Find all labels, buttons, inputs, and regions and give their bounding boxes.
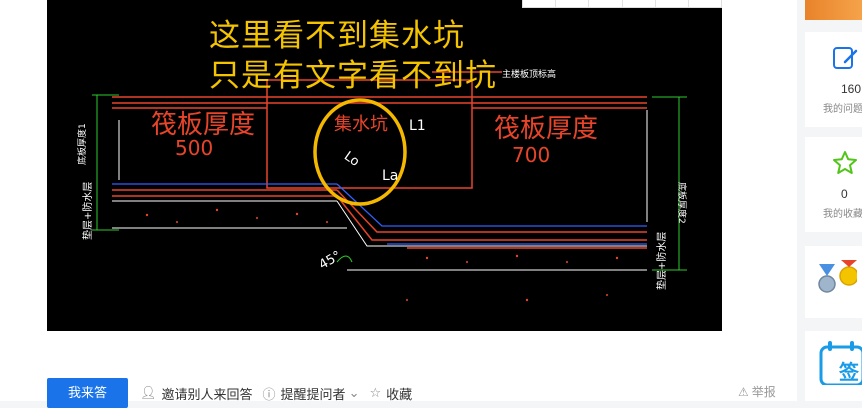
cad-label-raft-right-value: 700 [512,143,550,167]
checkin-label: 签 [838,360,860,384]
cad-label-left-dim: 底板厚度1 [76,123,88,165]
toolbar-search-icon[interactable] [523,0,557,7]
answer-action-bar: 我来答 👤︎ 邀请别人来回答 ⓘ 提醒提问者 ⌄ ☆ 收藏 [47,378,412,408]
info-circle-icon: ⓘ [262,386,276,402]
sidebar-banner[interactable] [805,0,862,20]
checkin-card[interactable]: 签 [805,331,862,401]
my-collection-card[interactable]: 0 我的收藏 [805,137,862,232]
my-questions-card[interactable]: 160 我的问题 [805,32,862,127]
collect-label: 收藏 [386,386,413,402]
cad-label-pit: 集水坑 [334,114,388,135]
invite-answer-link[interactable]: 👤︎ 邀请别人来回答 [140,378,253,408]
image-caption-line1: 这里看不到集水坑 [209,18,465,54]
toolbar-more-icon[interactable] [689,0,721,7]
cad-label-right-dim: 底板厚度2 [676,182,688,224]
question-content-area: 筏板厚度 500 筏板厚度 700 集水坑 L1 La Lo 45° 主楼板顶标… [0,0,797,408]
my-questions-label: 我的问题 [823,104,862,115]
chevron-down-icon: ⌄ [348,385,360,400]
answer-button[interactable]: 我来答 [47,378,128,408]
star-outline-icon: ☆ [369,385,382,400]
image-caption-line2: 只是有文字看不到坑 [209,58,497,94]
calendar-checkin-icon: 签 [819,341,862,385]
cad-label-top-note: 主楼板顶标高 [502,68,556,80]
report-label: 举报 [751,385,776,399]
medal-icon [818,260,857,293]
invite-answer-label: 邀请别人来回答 [161,386,253,402]
cad-label-raft-left-value: 500 [175,136,213,160]
remind-asker-label: 提醒提问者 [280,386,346,402]
medal-card[interactable] [805,246,862,318]
cad-label-la: La [382,168,398,184]
cad-label-angle: 45° [317,248,344,273]
star-icon [833,151,857,174]
my-questions-count: 160 [841,82,862,96]
cad-screenshot-image: 筏板厚度 500 筏板厚度 700 集水坑 L1 La Lo 45° 主楼板顶标… [47,0,722,331]
cad-label-raft-right: 筏板厚度 [494,114,598,144]
report-link[interactable]: ⚠︎ 举报 [738,383,776,400]
edit-note-icon [833,47,858,69]
image-toolbar [522,0,722,8]
toolbar-save-icon[interactable] [656,0,689,7]
cad-label-left-layer: 垫层+防水层 [81,182,94,240]
collect-link[interactable]: ☆ 收藏 [369,378,412,408]
user-icon: 👤︎ [140,385,157,400]
cad-label-right-layer: 垫层+防水层 [655,232,668,290]
remind-asker-link[interactable]: ⓘ 提醒提问者 ⌄ [263,378,360,408]
toolbar-share-icon[interactable] [589,0,623,7]
cad-label-lo: Lo [341,149,362,170]
toolbar-copy-icon[interactable] [556,0,590,7]
my-collection-count: 0 [841,187,848,201]
toolbar-grid-icon[interactable] [623,0,656,7]
cad-label-l1: L1 [409,118,426,134]
my-collection-label: 我的收藏 [823,209,862,220]
warning-icon: ⚠︎ [738,384,749,399]
